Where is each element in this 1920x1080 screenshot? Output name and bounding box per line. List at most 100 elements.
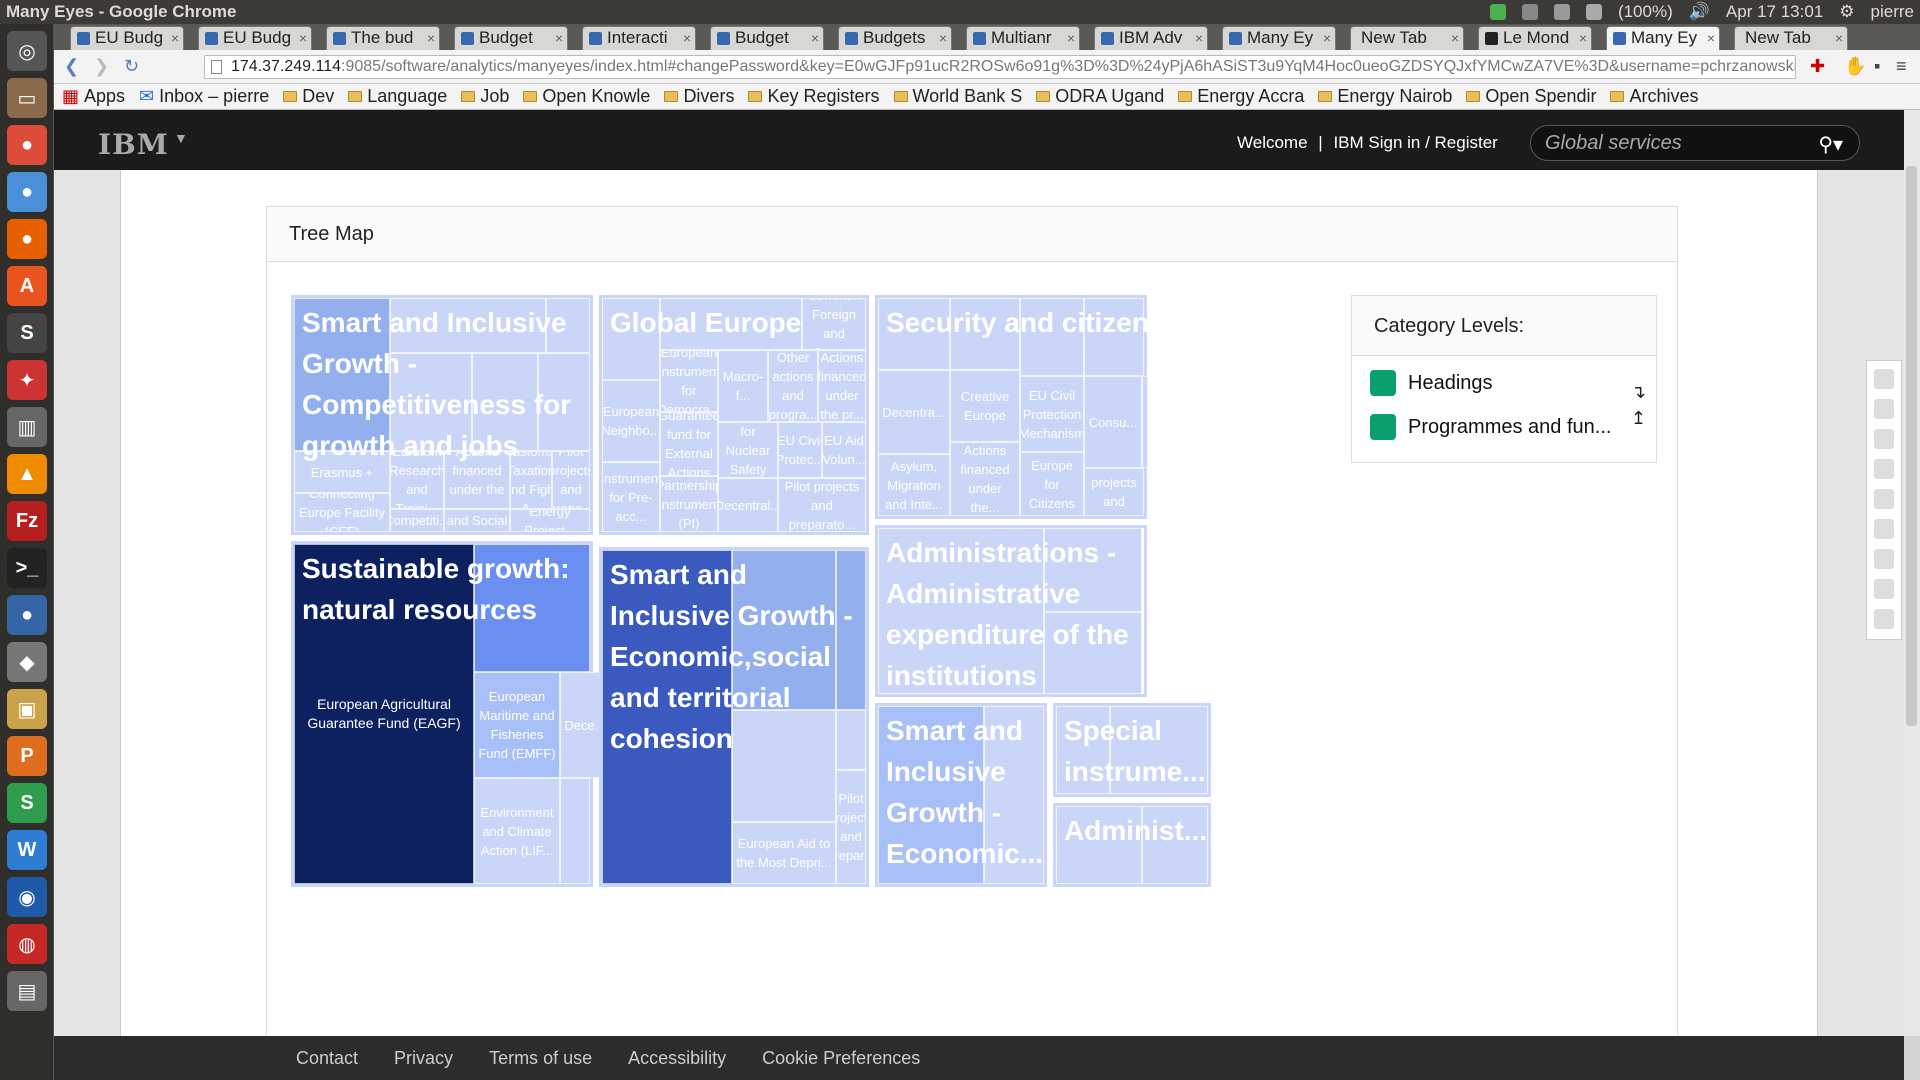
- treemap-cell[interactable]: [878, 706, 984, 884]
- treemap-cell[interactable]: Guarantee fund for External Actions: [660, 412, 718, 476]
- ibm-logo[interactable]: IBM: [98, 128, 169, 161]
- treemap-cell[interactable]: Customs, Taxation and Fight A...: [510, 451, 552, 509]
- close-icon[interactable]: ×: [811, 27, 819, 49]
- treemap-cell[interactable]: [950, 298, 1020, 370]
- treemap-cell[interactable]: [1056, 706, 1110, 794]
- back-icon[interactable]: ❮: [64, 56, 79, 77]
- treemap-cell[interactable]: [546, 298, 590, 353]
- chrome-icon[interactable]: ●: [7, 125, 47, 165]
- vlc-icon[interactable]: ▲: [7, 454, 47, 494]
- writer-icon[interactable]: W: [7, 830, 47, 870]
- bookmark-folder[interactable]: Language: [348, 86, 447, 107]
- treemap-cell[interactable]: [390, 298, 546, 353]
- treemap-cell[interactable]: Pilot projects and preparato...: [778, 478, 866, 532]
- twitter-icon[interactable]: [1874, 489, 1894, 509]
- forward-icon[interactable]: ❯: [94, 56, 109, 77]
- treemap-cell[interactable]: [602, 550, 732, 884]
- volume-icon[interactable]: 🔊: [1689, 2, 1710, 22]
- menu-icon[interactable]: ≡: [1896, 56, 1907, 77]
- delicious-icon[interactable]: [1874, 519, 1894, 539]
- bookmark-folder[interactable]: ODRA Ugand: [1036, 86, 1164, 107]
- treemap-cell[interactable]: [1110, 706, 1208, 794]
- email-icon[interactable]: [1874, 399, 1894, 419]
- close-icon[interactable]: ×: [939, 27, 947, 49]
- close-icon[interactable]: ×: [1067, 27, 1075, 49]
- drop-icon[interactable]: ●: [7, 595, 47, 635]
- gear-icon[interactable]: ⚙: [1839, 2, 1854, 22]
- treemap-cell[interactable]: [1084, 298, 1144, 376]
- arrow-up-icon[interactable]: ↥: [1631, 408, 1646, 429]
- extension-2-icon[interactable]: ▪: [1874, 56, 1880, 77]
- chromium-icon[interactable]: ●: [7, 172, 47, 212]
- spreadsheet-icon[interactable]: S: [7, 783, 47, 823]
- extension-icon[interactable]: ✚: [1810, 56, 1825, 77]
- treemap-cell[interactable]: Erasmus +: [294, 451, 390, 493]
- filezilla-icon[interactable]: Fz: [7, 501, 47, 541]
- treemap-cell[interactable]: Decentral...: [718, 478, 778, 532]
- tab-5[interactable]: Budget ×: [710, 26, 824, 50]
- tab-7[interactable]: Multianr ×: [966, 26, 1080, 50]
- treemap-cell[interactable]: European Agricultural Guarantee Fund (EA…: [294, 544, 474, 884]
- bookmark-folder[interactable]: Dev: [283, 86, 334, 107]
- treemap-cell[interactable]: Other actions and progra...: [768, 350, 818, 422]
- close-icon[interactable]: ×: [1451, 27, 1459, 49]
- close-icon[interactable]: ×: [171, 27, 179, 49]
- bookmark-folder[interactable]: Archives: [1610, 86, 1699, 107]
- chevron-down-icon[interactable]: ▼: [174, 130, 188, 146]
- tab-2[interactable]: The bud ×: [326, 26, 440, 50]
- treemap-cell[interactable]: Decentra...: [878, 370, 950, 454]
- treemap-cell[interactable]: Euratom Research and Traini...: [390, 451, 444, 509]
- close-icon[interactable]: ×: [427, 27, 435, 49]
- footer-link-terms[interactable]: Terms of use: [489, 1048, 592, 1069]
- footer-link-cookies[interactable]: Cookie Preferences: [762, 1048, 920, 1069]
- settings-icon[interactable]: ✦: [7, 360, 47, 400]
- legend-item-programmes[interactable]: Programmes and fun...: [1370, 414, 1611, 440]
- treemap-cell[interactable]: [732, 710, 836, 822]
- battery-status[interactable]: (100%): [1618, 2, 1673, 22]
- treemap-cell[interactable]: [836, 710, 866, 770]
- puzzle-icon[interactable]: ✋: [1844, 56, 1866, 77]
- treemap-cell[interactable]: [472, 353, 538, 451]
- tab-4[interactable]: Interacti ×: [582, 26, 696, 50]
- footer-link-privacy[interactable]: Privacy: [394, 1048, 453, 1069]
- treemap-cell[interactable]: Energy Project...: [510, 509, 590, 532]
- treemap[interactable]: Erasmus + Euratom Research and Traini...…: [291, 295, 1343, 887]
- treemap-cell[interactable]: Consu...: [1084, 376, 1142, 468]
- stumbleupon-icon[interactable]: [1874, 579, 1894, 599]
- treemap-cell[interactable]: Connecting Europe Facility (CEF): [294, 493, 390, 532]
- treemap-cell[interactable]: Environment and Climate Action (LIF...: [474, 778, 560, 884]
- treemap-cell[interactable]: [836, 550, 866, 710]
- treemap-cell[interactable]: Europe for Citizens: [1020, 452, 1084, 516]
- firefox-icon[interactable]: ●: [7, 219, 47, 259]
- close-icon[interactable]: ×: [1579, 27, 1587, 49]
- user-name[interactable]: pierre: [1871, 2, 1914, 22]
- clock[interactable]: Apr 17 13:01: [1726, 2, 1823, 22]
- treemap-cell[interactable]: Instrument for Pre-acc...: [602, 462, 660, 532]
- tab-12-active[interactable]: Many Ey ×: [1606, 26, 1720, 50]
- treemap-cell[interactable]: European Instrument for Democra...: [660, 350, 718, 412]
- close-icon[interactable]: ×: [299, 27, 307, 49]
- treemap-cell[interactable]: Competiti...: [390, 509, 444, 532]
- treemap-cell[interactable]: Creative Europe: [950, 370, 1020, 442]
- tab-6[interactable]: Budgets ×: [838, 26, 952, 50]
- treemap-cell[interactable]: EU Civil Protec...: [778, 422, 822, 478]
- bookmark-inbox[interactable]: ✉ Inbox – pierre: [139, 86, 269, 107]
- close-icon[interactable]: ×: [1323, 27, 1331, 49]
- treemap-cell[interactable]: [602, 298, 660, 380]
- globe-icon[interactable]: ◉: [7, 877, 47, 917]
- treemap-cell[interactable]: [390, 353, 472, 451]
- treemap-cell[interactable]: Pilot projects and preparator...: [1084, 468, 1144, 516]
- tab-3[interactable]: Budget ×: [454, 26, 568, 50]
- tab-0[interactable]: EU Budg ×: [70, 26, 184, 50]
- treemap-cell[interactable]: [474, 544, 590, 672]
- treemap-cell[interactable]: Pilot projects and prepa...: [552, 451, 590, 509]
- treemap-cell[interactable]: [732, 550, 836, 710]
- scrollbar-thumb[interactable]: [1906, 166, 1917, 726]
- treemap-cell[interactable]: Common Foreign and Secu...: [802, 298, 866, 350]
- bookmark-folder[interactable]: Key Registers: [748, 86, 880, 107]
- bookmark-folder[interactable]: Energy Accra: [1178, 86, 1304, 107]
- bookmark-folder[interactable]: Job: [461, 86, 509, 107]
- sublime-icon[interactable]: S: [7, 313, 47, 353]
- treemap-cell[interactable]: [1142, 376, 1148, 468]
- tab-8[interactable]: IBM Adv ×: [1094, 26, 1208, 50]
